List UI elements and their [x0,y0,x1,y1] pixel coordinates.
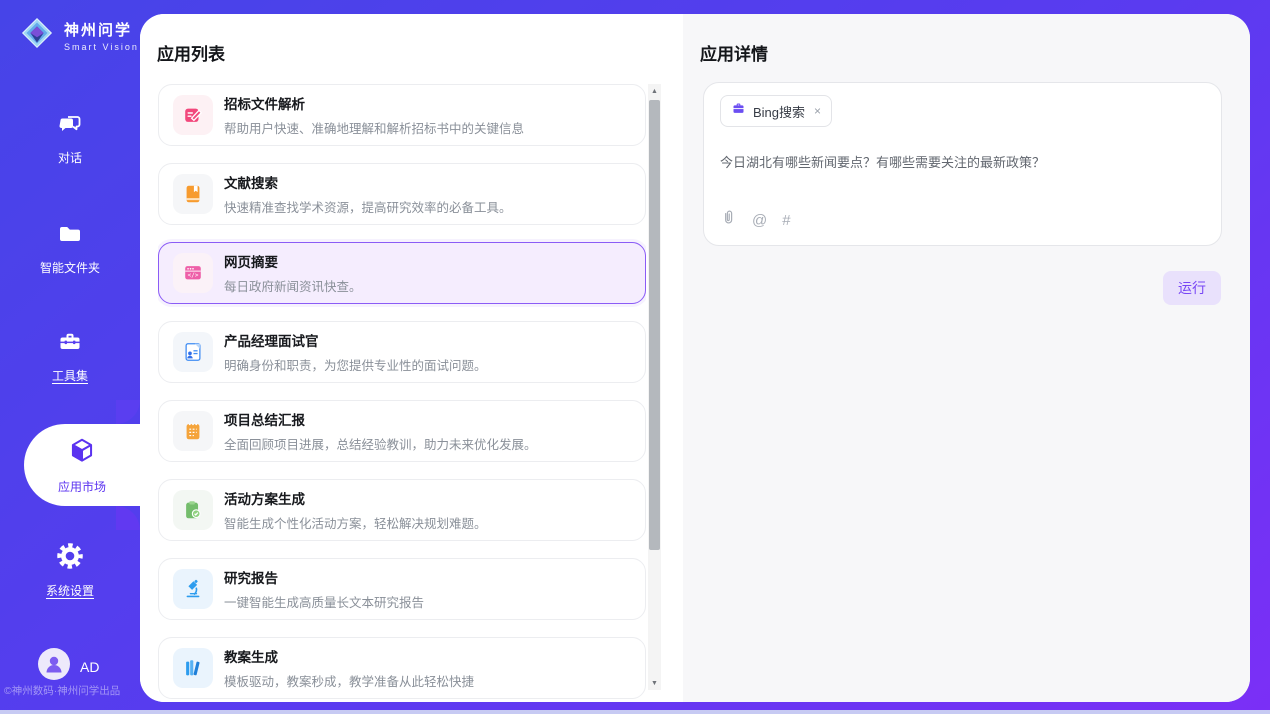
sidebar-item-label: 对话 [58,149,82,166]
app-detail-title: 应用详情 [700,40,768,65]
brand-logo: 神州问学 Smart Vision [18,14,139,57]
notepad-icon [173,411,213,451]
app-name: 教案生成 [224,646,474,666]
app-desc: 每日政府新闻资讯快查。 [224,276,362,295]
briefcase-icon [731,101,746,121]
sidebar-item-chat[interactable]: 对话 [0,110,140,166]
app-name: 活动方案生成 [224,488,487,508]
chat-icon [56,110,84,143]
sidebar-item-label: 工具集 [52,367,88,384]
app-name: 文献搜索 [224,172,512,192]
app-card-lesson-plan[interactable]: 教案生成 模板驱动，教案秒成，教学准备从此轻松快捷 [158,637,646,699]
browser-code-icon: </> [173,253,213,293]
chip-close-icon[interactable]: × [814,104,821,118]
app-card-research-report[interactable]: 研究报告 一键智能生成高质量长文本研究报告 [158,558,646,620]
sidebar-item-label: 系统设置 [46,582,94,599]
app-desc: 快速精准查找学术资源，提高研究效率的必备工具。 [224,197,512,216]
sidebar: 神州问学 Smart Vision 对话 智能文件夹 [0,0,140,714]
sidebar-item-smart-folder[interactable]: 智能文件夹 [0,220,140,276]
svg-text:</>: </> [188,272,199,279]
sidebar-item-toolset[interactable]: 工具集 [0,328,140,384]
app-card-pm-interviewer[interactable]: 产品经理面试官 明确身份和职责，为您提供专业性的面试问题。 [158,321,646,383]
paperclip-icon[interactable] [720,209,737,231]
app-list-title: 应用列表 [157,40,225,65]
scrollbar-thumb[interactable] [649,100,660,550]
scroll-up-icon[interactable]: ▲ [648,84,661,98]
tool-chip-label: Bing搜索 [753,102,805,121]
app-card-bid-parse[interactable]: 招标文件解析 帮助用户快速、准确地理解和解析招标书中的关键信息 [158,84,646,146]
app-card-literature-search[interactable]: 文献搜索 快速精准查找学术资源，提高研究效率的必备工具。 [158,163,646,225]
window-bottom-edge [0,710,1270,714]
app-detail-panel: 应用详情 Bing搜索 × 今日湖北有哪些新闻要点？有哪些需要关注的最新政策？ [683,14,1250,702]
resume-icon [173,332,213,372]
microscope-icon [173,569,213,609]
attachment-toolbar: @ # [720,209,791,231]
run-button[interactable]: 运行 [1163,271,1221,305]
books-icon [173,648,213,688]
app-desc: 模板驱动，教案秒成，教学准备从此轻松快捷 [224,671,474,690]
sidebar-item-label: 智能文件夹 [40,259,100,276]
book-icon [173,174,213,214]
query-input-card: Bing搜索 × 今日湖北有哪些新闻要点？有哪些需要关注的最新政策？ @ # [703,82,1222,246]
avatar [38,648,70,685]
toolbox-icon [56,328,84,361]
app-card-web-summary[interactable]: </> 网页摘要 每日政府新闻资讯快查。 [158,242,646,304]
sidebar-item-label: 应用市场 [58,478,106,495]
mention-icon[interactable]: @ [752,212,767,229]
app-desc: 明确身份和职责，为您提供专业性的面试问题。 [224,355,487,374]
app-name: 网页摘要 [224,251,362,271]
diamond-logo-icon [18,14,56,57]
app-desc: 全面回顾项目进展，总结经验教训，助力未来优化发展。 [224,434,537,453]
hash-icon[interactable]: # [782,212,790,229]
scroll-down-icon[interactable]: ▼ [648,676,661,690]
app-desc: 一键智能生成高质量长文本研究报告 [224,592,424,611]
clipboard-check-icon [173,490,213,530]
app-name: 项目总结汇报 [224,409,537,429]
app-name: 招标文件解析 [224,93,524,113]
app-list-scrollbar[interactable]: ▲ ▼ [648,84,661,690]
app-card-event-plan[interactable]: 活动方案生成 智能生成个性化活动方案，轻松解决规划难题。 [158,479,646,541]
gear-icon [55,541,85,576]
user-account[interactable]: AD [38,648,99,685]
query-text-input[interactable]: 今日湖北有哪些新闻要点？有哪些需要关注的最新政策？ [720,152,1205,171]
sidebar-item-settings[interactable]: 系统设置 [0,541,140,599]
brand-subtitle: Smart Vision [64,42,139,52]
app-name: 研究报告 [224,567,424,587]
copyright-text: ©神州数码·神州问学出品 [4,683,120,698]
app-desc: 智能生成个性化活动方案，轻松解决规划难题。 [224,513,487,532]
main-content: 应用列表 招标文件解析 帮助用户快速、准确地理解和解析招标书中的关键信息 [140,14,1250,702]
app-list-panel: 应用列表 招标文件解析 帮助用户快速、准确地理解和解析招标书中的关键信息 [140,14,683,702]
user-initials: AD [80,659,99,675]
edit-document-icon [173,95,213,135]
app-name: 产品经理面试官 [224,330,487,350]
app-card-project-summary[interactable]: 项目总结汇报 全面回顾项目进展，总结经验教训，助力未来优化发展。 [158,400,646,462]
tool-chip-bing-search[interactable]: Bing搜索 × [720,95,832,127]
folder-icon [56,220,84,253]
brand-name: 神州问学 [64,19,139,40]
sidebar-item-app-market[interactable]: 应用市场 [24,424,140,506]
cube-icon [67,436,97,473]
app-desc: 帮助用户快速、准确地理解和解析招标书中的关键信息 [224,118,524,137]
app-card-list: 招标文件解析 帮助用户快速、准确地理解和解析招标书中的关键信息 文献搜索 快速精… [158,84,646,702]
